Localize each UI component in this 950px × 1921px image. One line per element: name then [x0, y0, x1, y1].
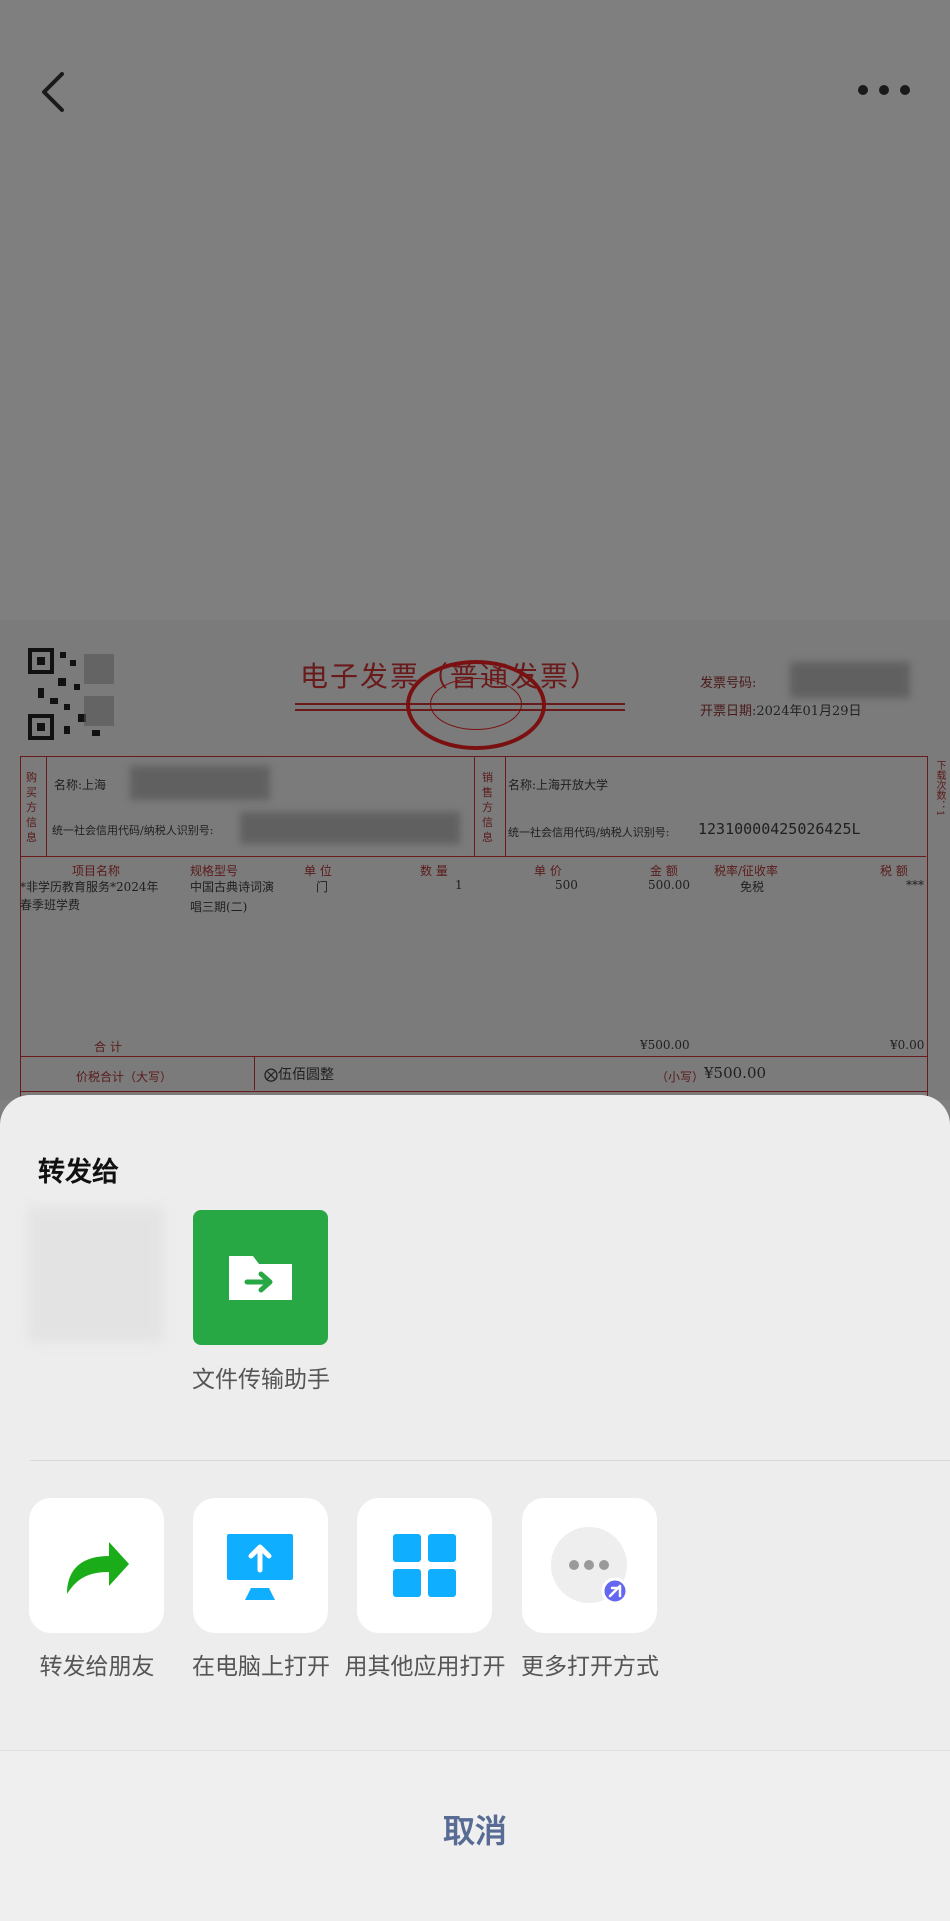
more-dots-icon	[551, 1527, 629, 1605]
row-spec-line2: 唱三期(二)	[190, 900, 248, 914]
invoice-number-label: 发票号码:	[700, 676, 757, 691]
side-note: 下载次数：1	[934, 760, 945, 817]
row-unit: 门	[316, 880, 329, 894]
buyer-section-label: 购买方信息	[26, 771, 37, 844]
row-spec-line1: 中国古典诗词演	[190, 880, 275, 894]
more-icon[interactable]	[858, 80, 910, 100]
total-label: 合 计	[94, 1040, 122, 1054]
seller-tax-number: 12310000425026425L	[698, 820, 861, 838]
header-price: 单 价	[534, 864, 562, 878]
tax-seal-stamp	[406, 660, 546, 750]
header-unit: 单 位	[304, 864, 332, 878]
invoice-preview: 电子发票（普通发票） 发票号码: 开票日期:2024年01月29日 购买方信息 …	[0, 620, 950, 1178]
forward-to-friend-button[interactable]	[29, 1498, 164, 1633]
issue-date: 2024年01月29日	[756, 704, 862, 719]
open-with-other-app-label: 用其他应用打开	[344, 1653, 506, 1679]
open-on-pc-button[interactable]	[193, 1498, 328, 1633]
row-rate: 免税	[740, 880, 765, 894]
header-qty: 数 量	[420, 864, 448, 878]
folder-arrow-icon	[229, 1256, 292, 1300]
issue-date-label: 开票日期:	[700, 704, 757, 719]
share-arrow-icon	[67, 1542, 129, 1594]
cancel-button[interactable]: 取消	[0, 1806, 950, 1852]
share-title: 转发给	[38, 1157, 119, 1187]
buyer-name-label: 名称:上海	[54, 778, 107, 792]
open-on-pc-label: 在电脑上打开	[192, 1653, 330, 1679]
more-open-options-button[interactable]	[522, 1498, 657, 1633]
sheet-divider	[30, 1460, 950, 1461]
section-divider	[20, 856, 926, 857]
row-item-line2: 春季班学费	[20, 898, 81, 912]
header-rate: 税率/征收率	[714, 864, 779, 878]
total-amount: ¥500.00	[640, 1038, 690, 1052]
header-spec: 规格型号	[190, 864, 239, 878]
total-tax: ¥0.00	[890, 1038, 925, 1052]
file-helper-label: 文件传输助手	[192, 1366, 330, 1392]
row-item-line1: *非学历教育服务*2024年	[20, 880, 159, 894]
header-item: 项目名称	[72, 864, 121, 878]
qr-code-icon	[28, 648, 120, 740]
header-tax: 税 额	[880, 864, 908, 878]
seller-section-label: 销售方信息	[482, 771, 493, 844]
grand-total-upper: ⨂伍佰圆整	[264, 1067, 334, 1083]
issue-date-row: 开票日期:2024年01月29日	[700, 700, 862, 719]
grand-total-upper-text: 伍佰圆整	[278, 1067, 334, 1083]
share-action-sheet: 转发给 文件传输助手 转发给朋友 在电脑上打开 用其他应用打开 更多打开方式 取…	[0, 1095, 950, 1921]
grid-apps-icon	[393, 1534, 456, 1597]
cancel-bar: 取消	[0, 1750, 950, 1921]
header-amount: 金 额	[650, 864, 678, 878]
row-tax: ***	[906, 878, 924, 892]
seller-tax-label: 统一社会信用代码/纳税人识别号:	[508, 826, 670, 839]
more-open-options-label: 更多打开方式	[521, 1653, 659, 1679]
invoice-number-redacted	[790, 662, 910, 698]
grand-total-lower-label: （小写）	[656, 1070, 705, 1084]
seller-name: 名称:上海开放大学	[508, 778, 609, 792]
buyer-name-redacted	[130, 766, 270, 800]
recent-contact-avatar[interactable]	[28, 1207, 163, 1342]
row-amount: 500.00	[648, 878, 690, 892]
forward-to-friend-label: 转发给朋友	[39, 1653, 155, 1679]
file-helper-button[interactable]	[193, 1210, 328, 1345]
grand-total-label: 价税合计（大写）	[76, 1070, 173, 1084]
monitor-upload-icon	[227, 1534, 293, 1600]
top-bar	[0, 0, 950, 180]
row-qty: 1	[455, 878, 463, 892]
open-with-other-app-button[interactable]	[357, 1498, 492, 1633]
buyer-tax-redacted	[240, 812, 460, 844]
row-price: 500	[555, 878, 578, 892]
back-icon[interactable]	[36, 70, 72, 114]
grand-total-lower: ¥500.00	[704, 1064, 767, 1082]
buyer-tax-label: 统一社会信用代码/纳税人识别号:	[52, 824, 214, 837]
